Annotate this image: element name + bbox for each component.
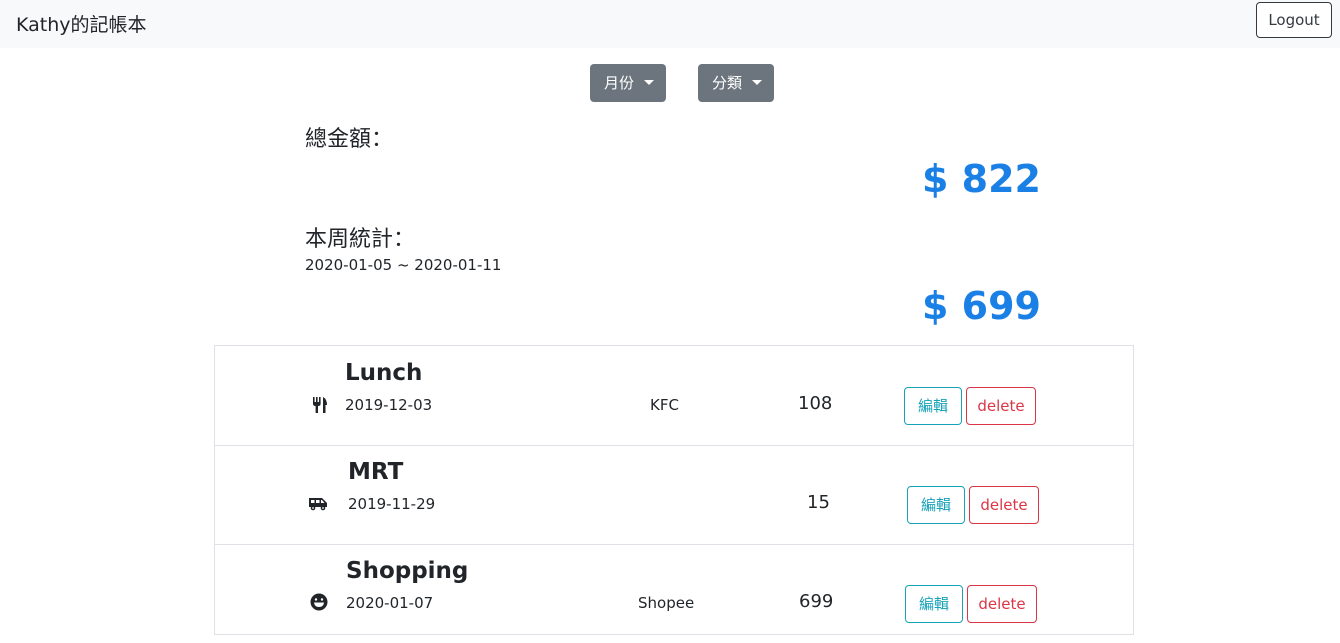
record-amount: 699 bbox=[799, 591, 834, 612]
week-range: 2020-01-05 ~ 2020-01-11 bbox=[305, 256, 502, 274]
delete-button[interactable]: delete bbox=[966, 387, 1036, 425]
record-amount: 108 bbox=[798, 393, 833, 414]
total-label: 總金額： bbox=[305, 127, 394, 152]
month-dropdown-label: 月份 bbox=[604, 74, 635, 92]
shuttle-van-icon bbox=[309, 498, 327, 511]
record-date: 2020-01-07 bbox=[346, 594, 434, 612]
caret-down-icon bbox=[644, 80, 654, 85]
record-row: Shopping 2020-01-07 Shopee 699 編輯 delete bbox=[215, 544, 1133, 643]
record-name: Lunch bbox=[345, 360, 423, 386]
edit-button[interactable]: 編輯 bbox=[904, 387, 962, 425]
record-merchant: Shopee bbox=[638, 594, 695, 612]
utensils-icon bbox=[313, 397, 327, 413]
category-dropdown-button[interactable]: 分類 bbox=[698, 64, 774, 102]
week-amount: $ 699 bbox=[922, 284, 1041, 328]
grin-icon bbox=[310, 593, 328, 611]
delete-button[interactable]: delete bbox=[969, 486, 1039, 524]
record-list: Lunch 2019-12-03 KFC 108 編輯 delete MRT 2… bbox=[214, 345, 1134, 635]
week-label: 本周統計： bbox=[305, 227, 416, 252]
record-name: MRT bbox=[348, 459, 404, 485]
brand-title[interactable]: Kathy的記帳本 bbox=[16, 10, 147, 37]
navbar: Kathy的記帳本 Logout bbox=[0, 0, 1340, 48]
record-name: Shopping bbox=[346, 558, 469, 584]
record-merchant: KFC bbox=[650, 396, 679, 414]
record-row: Lunch 2019-12-03 KFC 108 編輯 delete bbox=[215, 346, 1133, 446]
record-row: MRT 2019-11-29 15 編輯 delete bbox=[215, 445, 1133, 545]
delete-button[interactable]: delete bbox=[967, 585, 1037, 623]
record-date: 2019-11-29 bbox=[348, 495, 436, 513]
edit-button[interactable]: 編輯 bbox=[907, 486, 965, 524]
edit-button[interactable]: 編輯 bbox=[905, 585, 963, 623]
total-amount: $ 822 bbox=[922, 157, 1041, 201]
month-dropdown-button[interactable]: 月份 bbox=[590, 64, 666, 102]
record-date: 2019-12-03 bbox=[345, 396, 433, 414]
logout-button[interactable]: Logout bbox=[1256, 2, 1332, 38]
record-amount: 15 bbox=[807, 492, 830, 513]
caret-down-icon bbox=[752, 80, 762, 85]
category-dropdown-label: 分類 bbox=[712, 74, 743, 92]
